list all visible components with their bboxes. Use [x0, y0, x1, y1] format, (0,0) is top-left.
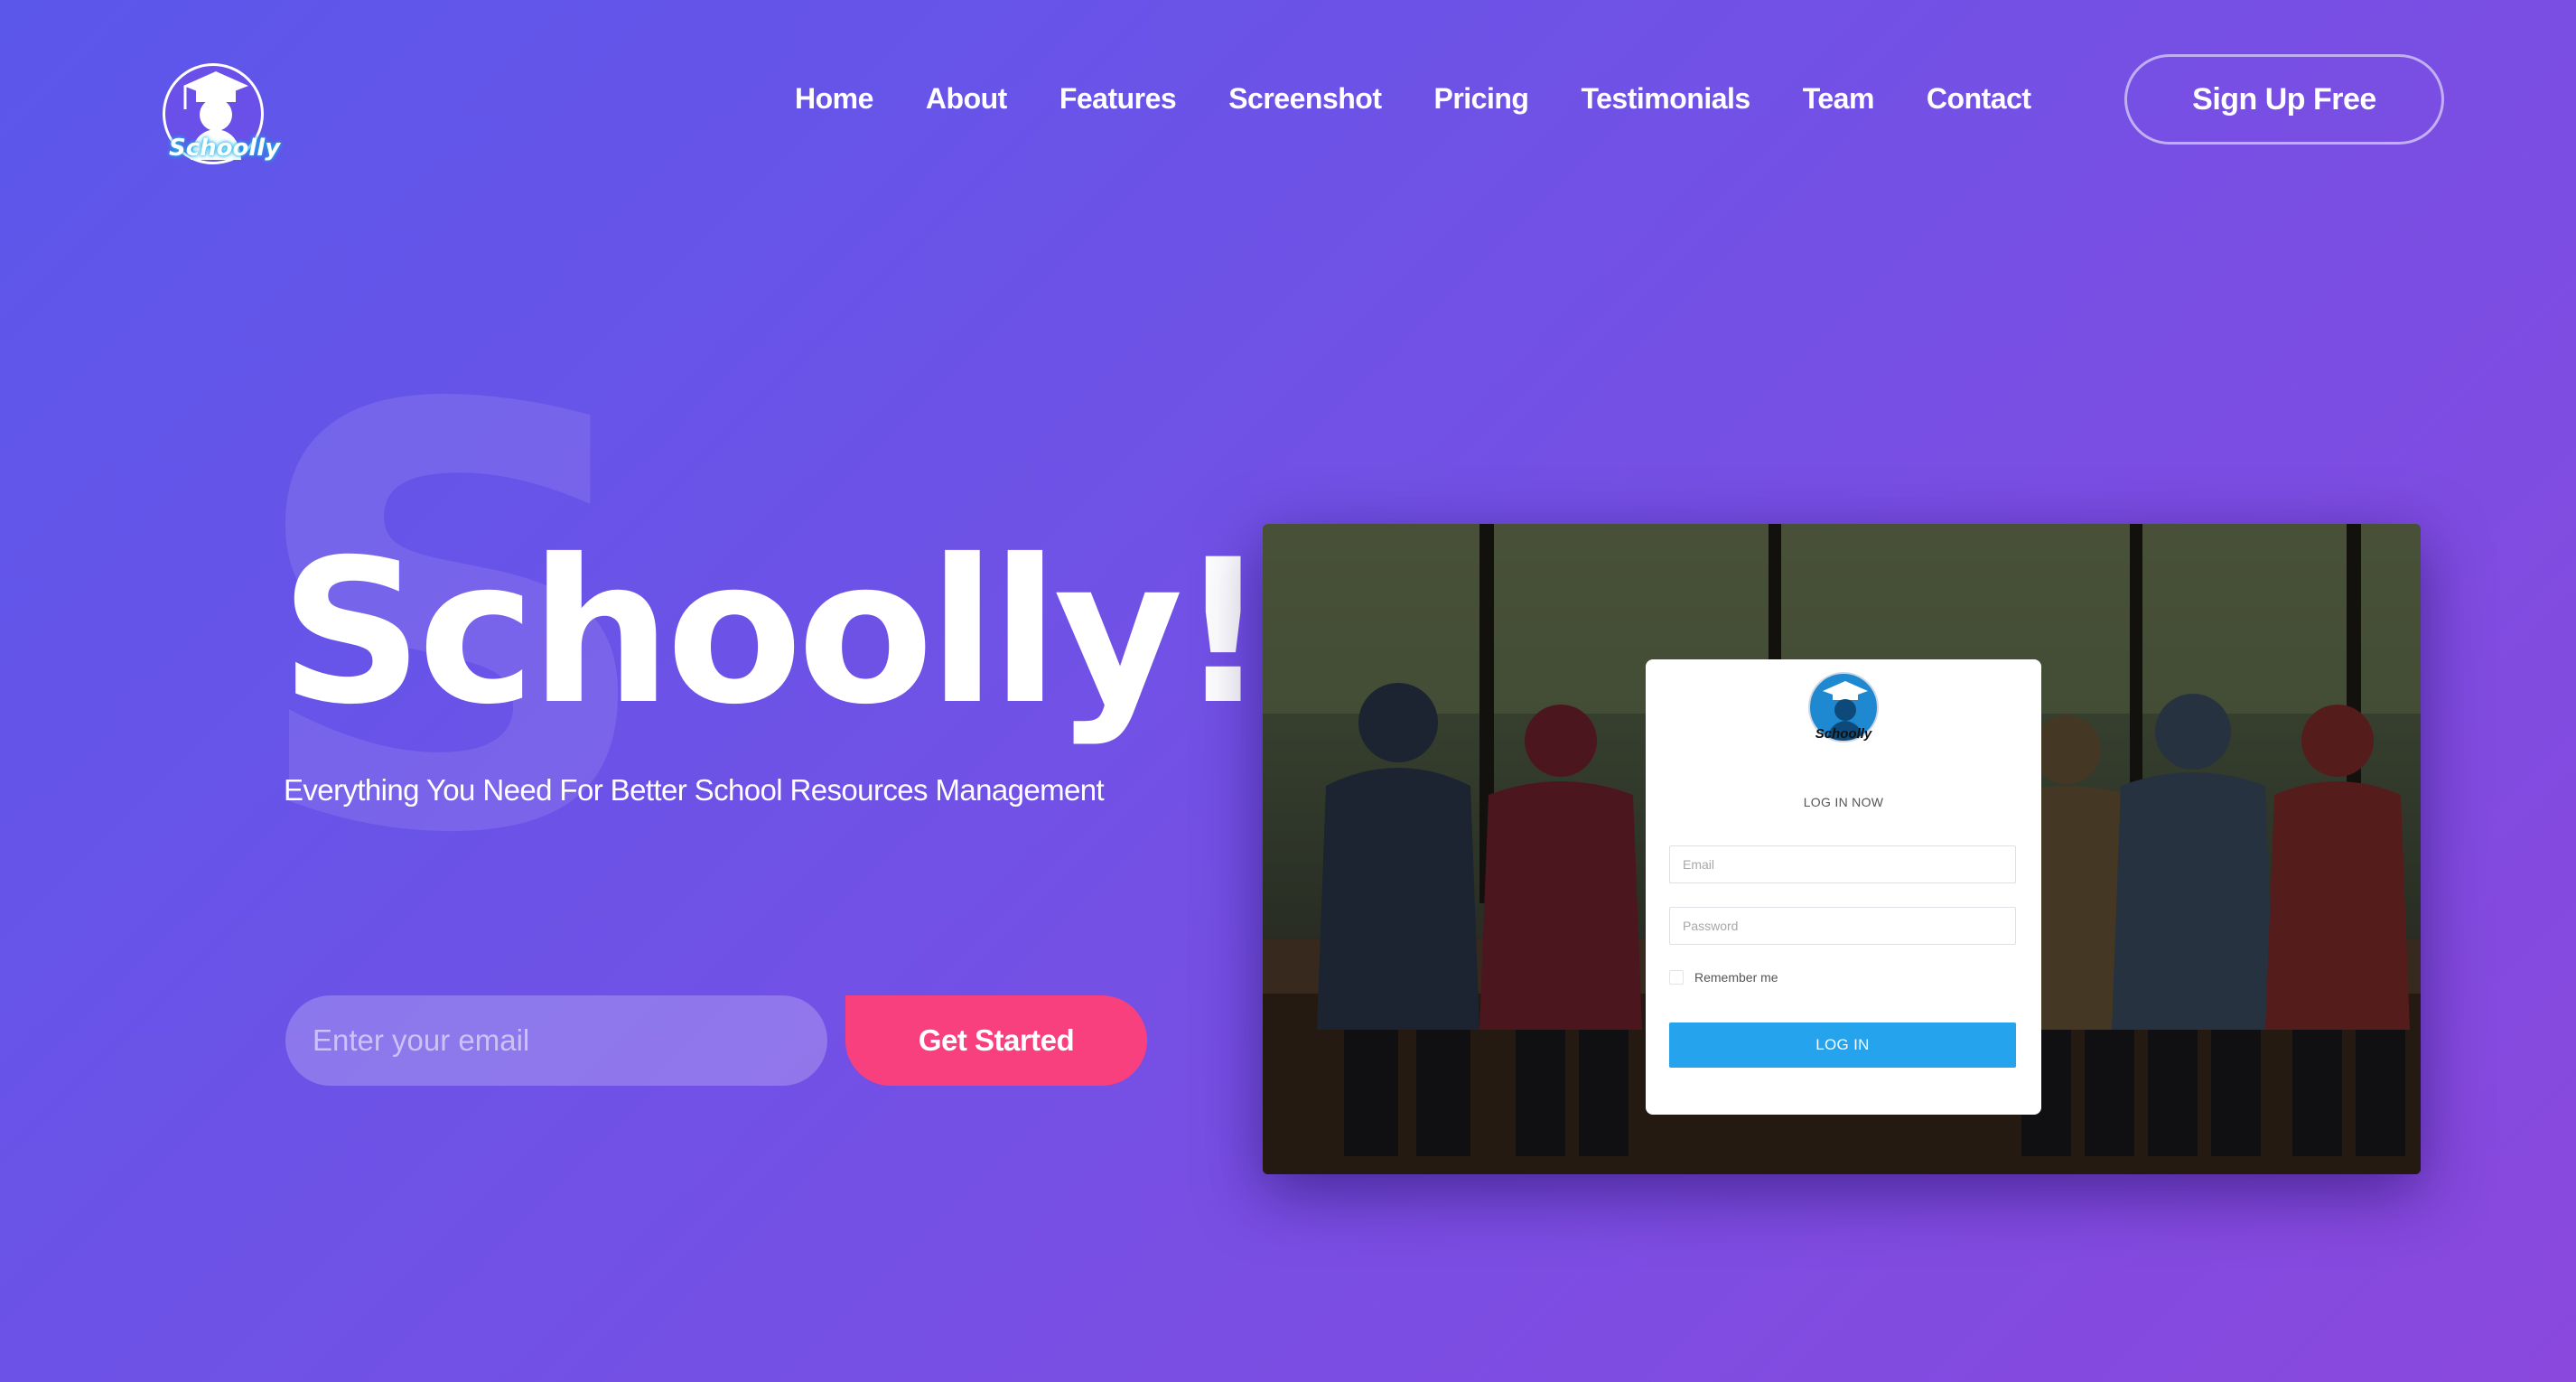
hero-title: Schoolly! — [280, 517, 1268, 748]
nav-item-screenshot[interactable]: Screenshot — [1228, 76, 1382, 121]
hero-subtitle: Everything You Need For Better School Re… — [284, 773, 1105, 807]
nav-item-testimonials[interactable]: Testimonials — [1581, 76, 1750, 121]
login-password-field[interactable] — [1669, 907, 2016, 945]
site-logo[interactable]: Schoolly — [163, 63, 280, 164]
login-button[interactable]: LOG IN — [1669, 1022, 2016, 1068]
nav-item-home[interactable]: Home — [795, 76, 873, 121]
logo-text: Schoolly — [169, 135, 281, 162]
remember-me-label: Remember me — [1694, 970, 1778, 985]
nav-item-features[interactable]: Features — [1059, 76, 1177, 121]
nav-item-about[interactable]: About — [926, 76, 1007, 121]
login-heading: LOG IN NOW — [1803, 795, 1884, 809]
main-nav: Home About Features Screenshot Pricing T… — [795, 76, 2031, 121]
login-email-field[interactable] — [1669, 845, 2016, 883]
nav-item-contact[interactable]: Contact — [1927, 76, 2031, 121]
get-started-button[interactable]: Get Started — [845, 995, 1147, 1086]
remember-me-checkbox[interactable] — [1669, 970, 1684, 985]
card-logo-text: Schoolly — [1815, 726, 1872, 742]
nav-item-pricing[interactable]: Pricing — [1433, 76, 1528, 121]
login-card: Schoolly LOG IN NOW Remember me LOG IN — [1646, 659, 2041, 1115]
email-input[interactable] — [285, 995, 827, 1086]
sign-up-button[interactable]: Sign Up Free — [2124, 54, 2444, 145]
nav-item-team[interactable]: Team — [1803, 76, 1875, 121]
app-screenshot-mockup: Schoolly LOG IN NOW Remember me LOG IN — [1263, 524, 2421, 1174]
